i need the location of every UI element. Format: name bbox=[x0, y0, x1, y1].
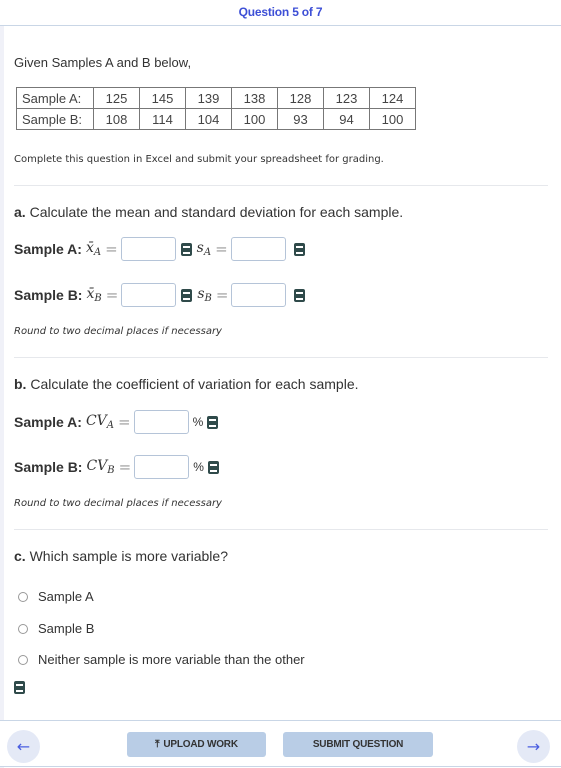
table-cell: 123 bbox=[323, 87, 370, 109]
table-cell: 125 bbox=[93, 87, 140, 109]
equals-sign: = bbox=[215, 240, 228, 258]
upload-work-button[interactable]: ⤒ UPLOAD WORK bbox=[127, 732, 266, 757]
intro-text: Given Samples A and B below, bbox=[14, 55, 192, 70]
part-text: Which sample is more variable? bbox=[29, 548, 228, 564]
question-header: Question 5 of 7 bbox=[0, 0, 561, 26]
equals-sign: = bbox=[118, 413, 131, 431]
cv-b-input[interactable] bbox=[134, 455, 190, 479]
sd-symbol: sA bbox=[196, 240, 212, 258]
submit-question-button[interactable]: SUBMIT QUESTION bbox=[283, 732, 433, 757]
question-counter: Question 5 of 7 bbox=[238, 5, 323, 19]
part-b-row-sample-a: Sample A: CVA = % bbox=[14, 409, 219, 435]
cv-symbol: CVA bbox=[85, 413, 115, 431]
section-divider bbox=[14, 185, 548, 186]
part-a-row-sample-b: Sample B: x̄B = sB = bbox=[14, 282, 306, 308]
part-a-row-sample-a: Sample A: x̄A = sA = bbox=[14, 236, 305, 262]
percent-unit: % bbox=[193, 460, 204, 474]
option-label: Neither sample is more variable than the… bbox=[38, 652, 305, 667]
part-a-title: a. Calculate the mean and standard devia… bbox=[14, 204, 403, 220]
arrow-left-icon: ← bbox=[16, 737, 31, 756]
table-cell: 139 bbox=[185, 87, 232, 109]
book-icon[interactable] bbox=[14, 681, 25, 694]
table-cell: 124 bbox=[369, 87, 416, 109]
radio-button[interactable] bbox=[18, 591, 28, 602]
book-icon[interactable] bbox=[181, 288, 193, 302]
table-row-sample-b: Sample B: 108 114 104 100 93 94 100 bbox=[16, 108, 416, 130]
option-neither[interactable]: Neither sample is more variable than the… bbox=[18, 652, 305, 667]
submit-label: SUBMIT QUESTION bbox=[312, 739, 404, 750]
part-b-row-sample-b: Sample B: CVB = % bbox=[14, 454, 219, 480]
excel-instruction: Complete this question in Excel and subm… bbox=[14, 154, 384, 165]
sd-symbol: sB bbox=[197, 286, 212, 304]
option-label: Sample A bbox=[38, 589, 94, 604]
book-icon[interactable] bbox=[180, 242, 192, 256]
sd-b-input[interactable] bbox=[231, 283, 287, 307]
part-letter: c. bbox=[14, 548, 26, 564]
part-c-title: c. Which sample is more variable? bbox=[14, 548, 228, 564]
table-cell: 93 bbox=[277, 108, 324, 130]
section-divider bbox=[14, 529, 548, 530]
section-divider bbox=[14, 357, 548, 358]
upload-label: UPLOAD WORK bbox=[163, 739, 238, 750]
table-row-sample-a: Sample A: 125 145 139 138 128 123 124 bbox=[16, 87, 416, 109]
mean-symbol: x̄B bbox=[86, 286, 102, 304]
row-label: Sample A: bbox=[16, 87, 94, 109]
sd-a-input[interactable] bbox=[230, 237, 286, 261]
option-label: Sample B bbox=[38, 621, 95, 636]
table-cell: 138 bbox=[231, 87, 278, 109]
rounding-note: Round to two decimal places if necessary bbox=[14, 498, 222, 509]
row-label: Sample B: bbox=[14, 459, 83, 475]
row-label: Sample A: bbox=[14, 241, 82, 257]
left-border-strip bbox=[0, 26, 4, 768]
next-question-button[interactable]: → bbox=[517, 730, 550, 763]
table-cell: 94 bbox=[323, 108, 370, 130]
table-cell: 104 bbox=[185, 108, 232, 130]
option-sample-a[interactable]: Sample A bbox=[18, 589, 94, 604]
rounding-note: Round to two decimal places if necessary bbox=[14, 326, 222, 337]
radio-button[interactable] bbox=[18, 654, 28, 665]
percent-unit: % bbox=[192, 415, 204, 429]
equals-sign: = bbox=[215, 286, 229, 304]
part-text: Calculate the mean and standard deviatio… bbox=[29, 204, 404, 220]
book-icon[interactable] bbox=[207, 415, 219, 429]
cv-a-input[interactable] bbox=[133, 410, 189, 434]
row-label: Sample B: bbox=[16, 108, 94, 130]
mean-b-input[interactable] bbox=[121, 283, 177, 307]
equals-sign: = bbox=[105, 286, 119, 304]
part-letter: a. bbox=[14, 204, 26, 220]
equals-sign: = bbox=[105, 240, 118, 258]
part-letter: b. bbox=[14, 376, 27, 392]
table-cell: 100 bbox=[231, 108, 278, 130]
option-sample-b[interactable]: Sample B bbox=[18, 621, 94, 636]
row-label: Sample B: bbox=[14, 287, 83, 303]
table-cell: 108 bbox=[93, 108, 140, 130]
mean-a-input[interactable] bbox=[120, 237, 176, 261]
row-label: Sample A: bbox=[14, 414, 82, 430]
table-cell: 145 bbox=[139, 87, 186, 109]
equals-sign: = bbox=[118, 458, 132, 476]
upload-icon: ⤒ bbox=[155, 739, 160, 750]
part-b-title: b. Calculate the coefficient of variatio… bbox=[14, 376, 359, 392]
table-cell: 114 bbox=[139, 108, 186, 130]
previous-question-button[interactable]: ← bbox=[7, 730, 40, 763]
book-icon[interactable] bbox=[207, 460, 219, 474]
arrow-right-icon: → bbox=[526, 737, 541, 756]
part-text: Calculate the coefficient of variation f… bbox=[30, 376, 359, 392]
book-icon[interactable] bbox=[293, 242, 305, 256]
samples-table: Sample A: 125 145 139 138 128 123 124 Sa… bbox=[16, 87, 416, 130]
table-cell: 100 bbox=[369, 108, 416, 130]
mean-symbol: x̄A bbox=[85, 240, 102, 258]
table-cell: 128 bbox=[277, 87, 324, 109]
cv-symbol: CVB bbox=[86, 458, 115, 476]
book-icon[interactable] bbox=[294, 288, 306, 302]
footer-toolbar: ← ⤒ UPLOAD WORK SUBMIT QUESTION → bbox=[0, 720, 561, 767]
radio-button[interactable] bbox=[18, 623, 28, 634]
